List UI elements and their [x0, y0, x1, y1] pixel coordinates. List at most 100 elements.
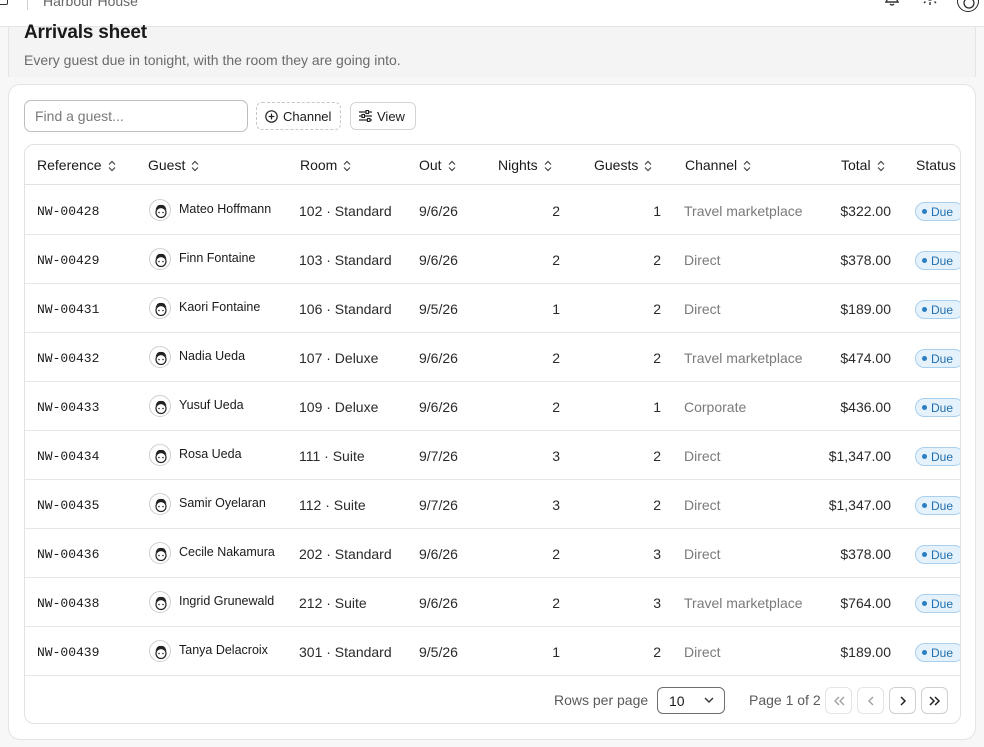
- bell-icon[interactable]: [885, 0, 899, 6]
- status-dot-icon: [922, 356, 927, 361]
- guest-avatar: [149, 346, 171, 368]
- table-row[interactable]: NW-00438 Ingrid Grunewald 212 · Suite 9/6/2…: [25, 578, 960, 627]
- first-page-icon: [833, 696, 844, 705]
- next-page-button[interactable]: [889, 687, 916, 714]
- prev-page-button[interactable]: [857, 687, 884, 714]
- cell-reference: NW-00428: [37, 204, 100, 219]
- table-row[interactable]: NW-00433 Yusuf Ueda 109 · Deluxe 9/6/26 2 1 Co…: [25, 382, 960, 431]
- cell-reference: NW-00439: [37, 645, 100, 660]
- guest-avatar: [149, 395, 171, 417]
- column-header-room[interactable]: Room: [300, 157, 351, 173]
- status-badge: Due: [915, 300, 960, 319]
- cell-nights: 3: [552, 448, 560, 464]
- rows-per-page-value: 10: [669, 692, 685, 709]
- column-header-total[interactable]: Total: [841, 157, 885, 173]
- column-header-label: Nights: [498, 157, 538, 173]
- column-header-status[interactable]: Status: [916, 157, 956, 173]
- column-header-guest[interactable]: Guest: [148, 157, 199, 173]
- table-row[interactable]: NW-00436 Cecile Nakamura 202 · Standard 9/6…: [25, 529, 960, 578]
- cell-channel: Direct: [684, 301, 721, 317]
- sun-icon[interactable]: [922, 0, 938, 6]
- column-header-label: Guests: [594, 157, 639, 173]
- column-header-nights[interactable]: Nights: [498, 157, 552, 173]
- cell-nights: 2: [552, 546, 560, 562]
- cell-reference: NW-00436: [37, 547, 100, 562]
- status-badge: Due: [915, 447, 960, 466]
- cell-channel: Direct: [684, 546, 721, 562]
- first-page-button[interactable]: [825, 687, 852, 714]
- cell-out: 9/6/26: [419, 350, 458, 366]
- column-header-reference[interactable]: Reference: [37, 157, 116, 173]
- cell-total: $436.00: [840, 399, 891, 415]
- chevron-down-icon: [704, 697, 714, 703]
- cell-out: 9/6/26: [419, 203, 458, 219]
- cell-nights: 3: [552, 497, 560, 513]
- view-options-button[interactable]: View: [350, 102, 416, 130]
- status-dot-icon: [922, 405, 927, 410]
- cell-out: 9/6/26: [419, 546, 458, 562]
- sliders-icon: [359, 110, 372, 122]
- cell-room: 202 · Standard: [299, 546, 392, 562]
- arrivals-table: Reference Guest Room Out Nights Guests Channel…: [24, 144, 961, 724]
- column-header-channel[interactable]: Channel: [685, 157, 751, 173]
- column-header-guests[interactable]: Guests: [594, 157, 652, 173]
- column-header-label: Guest: [148, 157, 186, 173]
- sort-icon: [343, 159, 351, 172]
- status-badge: Due: [915, 496, 960, 515]
- status-badge: Due: [915, 398, 960, 417]
- table-row[interactable]: NW-00439 Tanya Delacroix 301 · Standard 9/5…: [25, 627, 960, 676]
- table-row[interactable]: NW-00431 Kaori Fontaine 106 · Standard 9/5/…: [25, 284, 960, 333]
- cell-guests: 1: [653, 399, 661, 415]
- cell-guest: Cecile Nakamura: [179, 545, 275, 559]
- table-row[interactable]: NW-00434 Rosa Ueda 111 · Suite 9/7/26 3 2 Dire…: [25, 431, 960, 480]
- cell-channel: Direct: [684, 252, 721, 268]
- status-label: Due: [931, 498, 954, 513]
- cell-out: 9/5/26: [419, 301, 458, 317]
- cell-total: $322.00: [840, 203, 891, 219]
- sort-icon: [448, 159, 456, 172]
- guest-avatar: [149, 297, 171, 319]
- cell-guest: Rosa Ueda: [179, 447, 242, 461]
- rows-per-page-select[interactable]: 10: [657, 687, 725, 714]
- table-row[interactable]: NW-00428 Mateo Hoffmann 102 · Standard 9/6/…: [25, 186, 960, 235]
- cell-out: 9/6/26: [419, 595, 458, 611]
- channel-filter-button[interactable]: Channel: [256, 102, 341, 130]
- table-row[interactable]: NW-00435 Samir Oyelaran 112 · Suite 9/7/26 3…: [25, 480, 960, 529]
- cell-reference: NW-00433: [37, 400, 100, 415]
- status-dot-icon: [922, 503, 927, 508]
- status-badge: Due: [915, 349, 960, 368]
- cell-nights: 2: [552, 399, 560, 415]
- breadcrumb[interactable]: Harbour House: [43, 0, 138, 9]
- cell-nights: 1: [552, 301, 560, 317]
- guest-avatar: [149, 248, 171, 270]
- table-row[interactable]: NW-00429 Finn Fontaine 103 · Standard 9/6/2…: [25, 235, 960, 284]
- user-avatar[interactable]: [957, 0, 979, 12]
- guest-avatar: [149, 199, 171, 221]
- sort-icon: [544, 159, 552, 172]
- cell-guests: 2: [653, 301, 661, 317]
- sidebar-toggle-icon[interactable]: [0, 0, 8, 5]
- cell-room: 212 · Suite: [299, 595, 367, 611]
- page-subtitle: Every guest due in tonight, with the roo…: [24, 52, 401, 68]
- cell-out: 9/5/26: [419, 644, 458, 660]
- cell-guests: 2: [653, 448, 661, 464]
- next-page-icon: [899, 695, 906, 706]
- column-header-label: Total: [841, 157, 871, 173]
- search-input[interactable]: [24, 100, 248, 132]
- top-bar: Harbour House: [0, 0, 984, 27]
- view-options-label: View: [377, 108, 405, 124]
- cell-total: $474.00: [840, 350, 891, 366]
- status-label: Due: [931, 204, 954, 219]
- table-row[interactable]: NW-00432 Nadia Ueda 107 · Deluxe 9/6/26 2 2 Tr…: [25, 333, 960, 382]
- cell-guests: 3: [653, 595, 661, 611]
- cell-nights: 1: [552, 644, 560, 660]
- sort-icon: [191, 159, 199, 172]
- cell-guests: 2: [653, 252, 661, 268]
- status-label: Due: [931, 351, 954, 366]
- last-page-button[interactable]: [921, 687, 948, 714]
- status-dot-icon: [922, 209, 927, 214]
- column-header-out[interactable]: Out: [419, 157, 456, 173]
- guest-avatar: [149, 640, 171, 662]
- cell-total: $764.00: [840, 595, 891, 611]
- cell-total: $189.00: [840, 644, 891, 660]
